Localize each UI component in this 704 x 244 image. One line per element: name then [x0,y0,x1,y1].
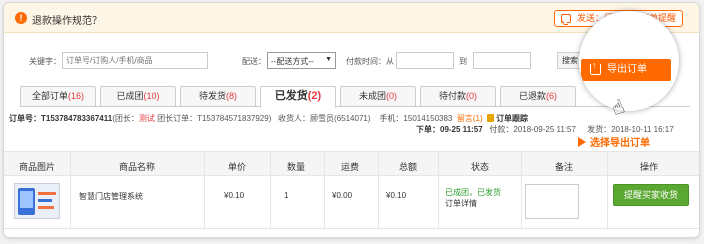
col-qty: 数量 [286,162,306,172]
col-total: 总额 [398,162,418,172]
delivery-label: 配送： [242,57,266,66]
message-icon [560,14,571,23]
order-detail-link[interactable]: 订单详情 [445,198,477,209]
product-thumbnail[interactable] [14,183,60,219]
export-orders-button[interactable]: 导出订单 [581,59,671,81]
paytime-from-input[interactable] [396,52,454,69]
remark-input[interactable] [525,184,579,219]
message-link[interactable]: 留言(1) [457,114,483,123]
tab-refunded[interactable]: 已退款(6) [500,86,576,107]
pay-time: 付款：2018-09-25 11:57 [489,125,576,134]
freight: ¥0.00 [332,191,353,200]
table-row: 智慧门店管理系统 ¥0.10 1 ¥0.00 ¥0.10 已成团，已发货 订单详… [4,176,699,229]
tab-shipped[interactable]: 已发货(2) [260,86,336,108]
ship-time: 发货：2018-10-11 16:17 [587,125,674,134]
product-name: 智慧门店管理系统 [79,192,143,201]
order-management-panel: ! 退款操作规范？ 发送：门店自提订单提醒 关键字： 配送： --配送方式-- … [3,2,700,238]
paytime-to-input[interactable] [473,52,531,69]
tab-all-orders[interactable]: 全部订单(16) [20,86,96,107]
phone: 手机：15014150383 [379,114,453,123]
upload-icon [590,60,601,75]
keyword-input[interactable] [62,52,208,69]
magnifier-callout: 导出订单 [579,11,679,111]
order-time: 下单：09-25 11:57 [416,125,483,134]
paytime-to-label: 到 [459,57,467,66]
order-status: 已成团，已发货 [445,188,501,197]
chevron-down-icon: ▼ [325,56,332,63]
tab-pending-payment[interactable]: 待付款(0) [420,86,496,107]
col-status: 状态 [470,162,490,172]
order-tracking-link[interactable]: 订单跟踪 [496,114,528,123]
receiver: 收货人：顾雪员(6514071) [278,114,371,123]
order-info-line: 订单号：T153784783367411(团长：测试 团长订单：T1537845… [9,114,529,123]
total-amount: ¥0.10 [386,191,407,200]
col-name: 商品名称 [118,162,156,172]
col-remark: 备注 [554,162,574,172]
warning-icon: ! [15,12,27,24]
table-header: 商品图片 商品名称 单价 数量 运费 总额 状态 备注 操作 [4,151,699,176]
export-hint: 选择导出订单 [578,134,650,149]
unit-price: ¥0.10 [224,191,245,200]
lock-icon [487,114,495,122]
order-number: 订单号：T153784783367411 [9,114,113,123]
leader-name: 测试 [138,114,155,123]
quantity: 1 [284,191,289,200]
arrow-right-icon [578,137,586,147]
col-image: 商品图片 [18,162,56,172]
col-freight: 运费 [340,162,360,172]
remind-receipt-button[interactable]: 提醒买家收货 [613,184,689,206]
paytime-label: 付款时间：从 [346,57,394,66]
refund-guide-link[interactable]: 退款操作规范？ [32,12,102,27]
keyword-label: 关键字： [29,57,61,66]
col-action: 操作 [639,162,659,172]
delivery-select[interactable]: --配送方式-- ▼ [267,52,336,69]
tab-not-grouped[interactable]: 未成团(0) [340,86,416,107]
tab-pending-shipment[interactable]: 待发货(8) [180,86,256,107]
tab-grouped[interactable]: 已成团(10) [100,86,176,107]
col-price: 单价 [227,162,247,172]
